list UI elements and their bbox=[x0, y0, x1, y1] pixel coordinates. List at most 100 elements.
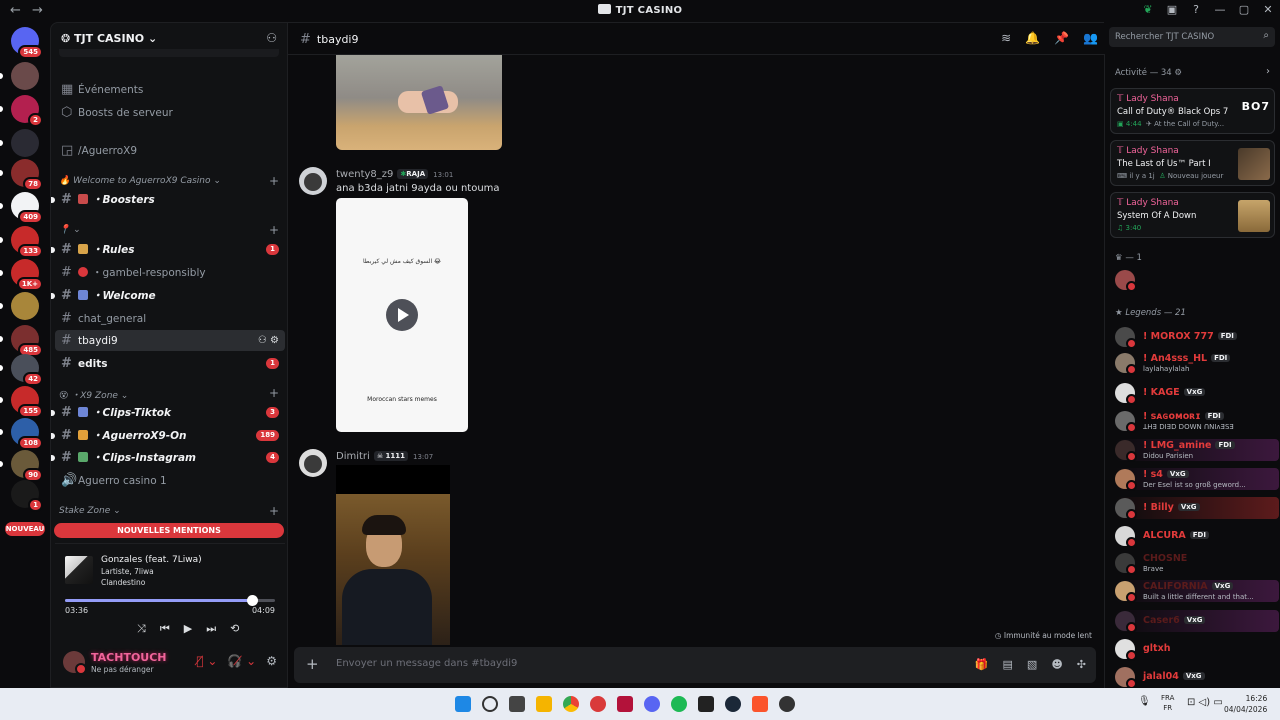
category-stake-zone[interactable]: Stake Zone ⌄ + bbox=[59, 504, 283, 518]
server-icon[interactable]: 155 bbox=[11, 386, 43, 418]
maximize-icon[interactable]: ▢ bbox=[1232, 3, 1256, 16]
member-item[interactable]: ! s4 VxG Der Esel ist so groß geword... bbox=[1115, 468, 1279, 491]
server-icon[interactable]: 108 bbox=[11, 418, 43, 450]
member-item[interactable]: ! LMG_amine FDI Didou Parisien bbox=[1115, 439, 1279, 462]
avatar[interactable] bbox=[63, 651, 87, 675]
inbox-icon[interactable]: ▣ bbox=[1160, 3, 1184, 16]
file-explorer-icon[interactable] bbox=[536, 696, 552, 712]
server-icon[interactable]: 78 bbox=[11, 159, 43, 191]
app-icon[interactable] bbox=[617, 696, 633, 712]
member-item[interactable]: ALCURA FDI bbox=[1115, 525, 1279, 548]
minimize-icon[interactable]: — bbox=[1208, 3, 1232, 16]
chrome-icon[interactable] bbox=[563, 696, 579, 712]
bell-icon[interactable]: 🔔 bbox=[1025, 31, 1040, 45]
message-composer[interactable]: + Envoyer un message dans #tbaydi9 🎁 ▤ ▧… bbox=[294, 647, 1096, 683]
add-member-icon[interactable]: ⚇ bbox=[266, 31, 277, 45]
member-item[interactable]: CALIFORNIA VxG Built a little different an… bbox=[1115, 580, 1279, 603]
help-icon[interactable]: ? bbox=[1184, 3, 1208, 16]
next-icon[interactable]: ⏭ bbox=[206, 622, 216, 636]
windows-start-icon[interactable] bbox=[455, 696, 471, 712]
add-channel-icon[interactable]: + bbox=[269, 504, 279, 518]
leaf-icon[interactable]: ❦ bbox=[1136, 3, 1160, 16]
avatar[interactable] bbox=[299, 167, 327, 195]
previous-icon[interactable]: ⏮ bbox=[160, 622, 170, 636]
member-item[interactable]: ! An4sss_HL FDI laylahaylalah bbox=[1115, 352, 1279, 375]
member-item[interactable]: jalal04 VxG bbox=[1115, 666, 1279, 689]
task-view-icon[interactable] bbox=[509, 696, 525, 712]
repeat-icon[interactable]: ⟲ bbox=[230, 622, 239, 636]
gift-icon[interactable]: 🎁 bbox=[975, 658, 989, 671]
category-x9-zone[interactable]: 😵 ・X9 Zone ⌄ + bbox=[59, 386, 283, 401]
events-item[interactable]: ▦ Événements bbox=[55, 79, 285, 100]
server-icon[interactable] bbox=[11, 292, 39, 320]
member-item[interactable]: Caser6 VxG bbox=[1115, 610, 1279, 633]
message-input[interactable]: Envoyer un message dans #tbaydi9 bbox=[336, 658, 517, 669]
category-pin[interactable]: 📍 ⌄ + bbox=[59, 223, 283, 237]
mute-mic-icon[interactable]: 🎙̸ ⌄ bbox=[196, 654, 217, 668]
language-indicator[interactable]: FRA FR bbox=[1161, 693, 1174, 713]
progress-bar[interactable] bbox=[65, 595, 275, 606]
member-item[interactable]: CHOSNE Brave bbox=[1115, 552, 1279, 575]
member-item[interactable]: ! MOROX 777 FDI bbox=[1115, 326, 1279, 349]
new-mentions-button[interactable]: NOUVELLES MENTIONS bbox=[54, 523, 284, 538]
channel-clips-tiktok[interactable]: # ・Clips-Tiktok 3 bbox=[51, 402, 285, 423]
server-icon[interactable]: 545 bbox=[11, 27, 43, 59]
server-icon[interactable] bbox=[11, 62, 39, 90]
channel-settings-icons[interactable]: ⚇ ⚙ bbox=[258, 330, 279, 351]
server-icon[interactable]: 90 bbox=[11, 450, 43, 482]
message-author[interactable]: twenty8_z9 ✱RAJA 13:01 bbox=[336, 169, 453, 180]
link-item[interactable]: ◲/AguerroX9 bbox=[55, 140, 285, 161]
new-badge[interactable]: NOUVEAU bbox=[5, 522, 45, 536]
video-attachment[interactable]: السوق كيف مش لي كيربطا 😂 Moroccan stars … bbox=[336, 198, 468, 432]
add-channel-icon[interactable]: + bbox=[269, 223, 279, 237]
search-input[interactable]: Rechercher TJT CASINO ⌕ bbox=[1109, 27, 1275, 47]
network-volume-icons[interactable]: ⊡ ◁) ▭ bbox=[1187, 697, 1223, 708]
member-item[interactable] bbox=[1115, 269, 1279, 292]
attach-plus-icon[interactable]: + bbox=[306, 655, 319, 673]
activity-card[interactable]: 𝕋 Lady Shana The Last of Us™ Part I ⌨ il… bbox=[1110, 140, 1275, 186]
server-icon[interactable]: 485 bbox=[11, 325, 43, 357]
emoji-icon[interactable]: ☻ bbox=[1051, 658, 1062, 671]
play-icon[interactable]: ▶ bbox=[184, 622, 192, 636]
server-icon[interactable]: 409 bbox=[11, 192, 43, 224]
shuffle-icon[interactable]: ⤨ bbox=[137, 622, 146, 636]
play-button[interactable] bbox=[386, 299, 418, 331]
discord-icon[interactable] bbox=[644, 696, 660, 712]
apps-icon[interactable]: ✣ bbox=[1077, 658, 1086, 671]
app-icon[interactable] bbox=[590, 696, 606, 712]
avatar[interactable] bbox=[299, 449, 327, 477]
server-icon[interactable] bbox=[11, 129, 39, 157]
gear-icon[interactable]: ⚙ bbox=[1174, 68, 1182, 78]
clock[interactable]: 16:26 04/04/2026 bbox=[1224, 693, 1267, 715]
channel-rules[interactable]: # ・Rules 1 bbox=[51, 239, 285, 260]
search-icon[interactable] bbox=[482, 696, 498, 712]
chevron-right-icon[interactable]: › bbox=[1266, 66, 1270, 77]
app-icon[interactable] bbox=[779, 696, 795, 712]
member-item[interactable]: ! KAGE VxG bbox=[1115, 382, 1279, 405]
channel-boosters[interactable]: # ・Boosters bbox=[51, 189, 285, 210]
member-item[interactable]: gltxh bbox=[1115, 638, 1279, 661]
threads-icon[interactable]: ≋ bbox=[1001, 31, 1011, 45]
server-icon[interactable]: 1K+ bbox=[11, 259, 43, 291]
close-icon[interactable]: ✕ bbox=[1256, 3, 1280, 16]
server-icon[interactable]: 42 bbox=[11, 354, 43, 386]
activity-card[interactable]: 𝕋 Lady Shana Call of Duty® Black Ops 7 ▣… bbox=[1110, 88, 1275, 134]
member-item[interactable]: ! Billy VxG bbox=[1115, 497, 1279, 520]
channel-clips-instagram[interactable]: # ・Clips-Instagram 4 bbox=[51, 447, 285, 468]
member-item[interactable]: ! ꜱᴀɢᴏᴍᴏʀɪ FDI ꓕHƎ DIƎꓓ DOWN ꓵNIʌƎSƎ bbox=[1115, 410, 1279, 433]
image-attachment[interactable] bbox=[336, 55, 502, 150]
activity-card[interactable]: 𝕋 Lady Shana System Of A Down ♫ 3:40 bbox=[1110, 192, 1275, 238]
image-attachment[interactable] bbox=[336, 465, 450, 645]
members-icon[interactable]: 👥 bbox=[1083, 31, 1098, 45]
gif-icon[interactable]: ▤ bbox=[1003, 658, 1013, 671]
steam-icon[interactable] bbox=[725, 696, 741, 712]
server-icon[interactable]: 2 bbox=[11, 95, 43, 127]
server-icon[interactable]: 133 bbox=[11, 226, 43, 258]
message-author[interactable]: Dimitri ☠ 1111 13:07 bbox=[336, 451, 433, 462]
channel-edits[interactable]: # edits 1 bbox=[55, 353, 285, 374]
channel-tbaydi9[interactable]: # tbaydi9 ⚇ ⚙ bbox=[55, 330, 285, 351]
channel-gambel-responsibly[interactable]: # ・gambel-responsibly bbox=[55, 262, 285, 283]
brave-icon[interactable] bbox=[752, 696, 768, 712]
channel-chat-general[interactable]: # chat_general bbox=[55, 308, 285, 329]
progress-knob[interactable] bbox=[246, 595, 258, 606]
